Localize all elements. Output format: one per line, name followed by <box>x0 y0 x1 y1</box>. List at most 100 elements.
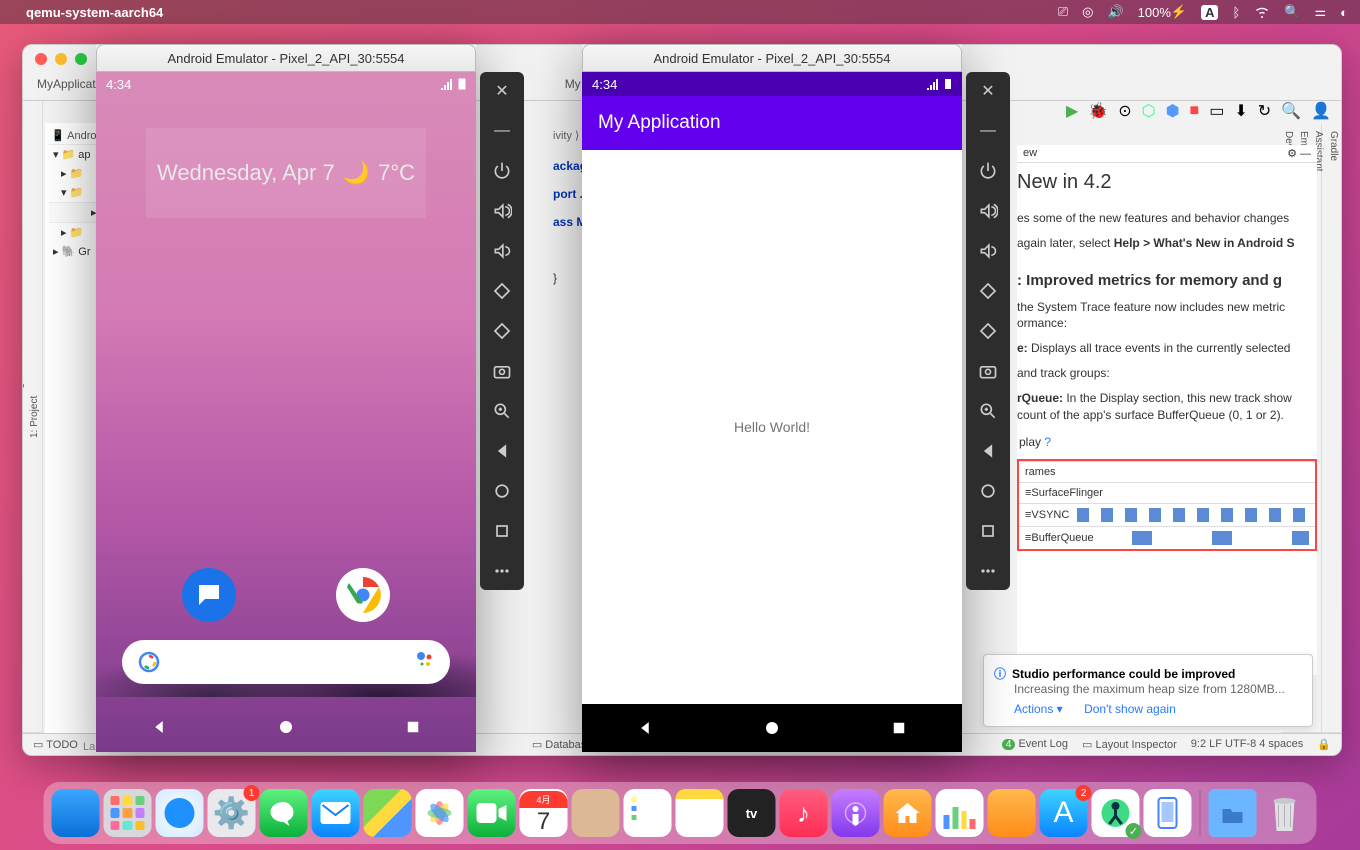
dock-music-icon[interactable]: ♪ <box>780 789 828 837</box>
dock-podcasts-icon[interactable] <box>832 789 880 837</box>
airplay-icon[interactable]: ◎ <box>1082 4 1093 20</box>
lock-icon[interactable]: 🔒 <box>1317 738 1331 751</box>
rotate-left-icon[interactable] <box>977 280 999 302</box>
dock-mail-icon[interactable] <box>312 789 360 837</box>
volume-up-icon[interactable] <box>491 200 513 222</box>
tool-gradle[interactable]: Gradle <box>1326 123 1341 733</box>
battery-status[interactable]: 100% ⚡ <box>1138 4 1187 20</box>
volume-icon[interactable]: 🔊 <box>1107 4 1123 20</box>
more-icon[interactable] <box>491 560 513 582</box>
coverage-button[interactable]: ⬡ <box>1142 101 1156 121</box>
rotate-right-icon[interactable] <box>491 320 513 342</box>
power-icon[interactable] <box>491 160 513 182</box>
dock-trash-icon[interactable] <box>1261 789 1309 837</box>
bluetooth-icon[interactable]: ᛒ <box>1232 5 1240 20</box>
todo-tool[interactable]: ▭ TODO <box>33 738 78 751</box>
rotate-left-icon[interactable] <box>491 280 513 302</box>
ext-back-icon[interactable] <box>491 440 513 462</box>
settings-gear-icon[interactable]: ⚙ — <box>1287 147 1311 160</box>
android-navbar <box>96 702 476 752</box>
dock-messages-icon[interactable] <box>260 789 308 837</box>
dock-launchpad-icon[interactable] <box>104 789 152 837</box>
volume-down-icon[interactable] <box>491 240 513 262</box>
siri-icon[interactable]: ◐ <box>1340 5 1348 20</box>
ext-overview-icon[interactable] <box>977 520 999 542</box>
sync-button[interactable]: ↻ <box>1258 101 1271 121</box>
dont-show-link[interactable]: Don't show again <box>1084 702 1176 716</box>
control-center-icon[interactable]: ⚌ <box>1314 4 1326 20</box>
account-icon[interactable]: 👤 <box>1311 101 1331 121</box>
overview-button[interactable] <box>890 719 908 737</box>
assistant-icon[interactable] <box>416 651 434 674</box>
dock-home-icon[interactable] <box>884 789 932 837</box>
overview-button[interactable] <box>404 718 422 736</box>
app-name[interactable]: qemu-system-aarch64 <box>26 5 163 20</box>
profile-button[interactable]: ⊙ <box>1118 101 1131 121</box>
screenshot-icon[interactable] <box>977 360 999 382</box>
ext-home-icon[interactable] <box>491 480 513 502</box>
back-button[interactable] <box>636 719 654 737</box>
dock-appstore-icon[interactable]: A2 <box>1040 789 1088 837</box>
home-button[interactable] <box>763 719 781 737</box>
dock-safari-icon[interactable] <box>156 789 204 837</box>
ext-back-icon[interactable] <box>977 440 999 462</box>
dock-pages-icon[interactable] <box>988 789 1036 837</box>
layout-inspector[interactable]: ▭ Layout Inspector <box>1082 738 1177 751</box>
dock-reminders-icon[interactable] <box>624 789 672 837</box>
weather-widget[interactable]: Wednesday, Apr 7 🌙 7°C <box>146 128 426 218</box>
power-icon[interactable] <box>977 160 999 182</box>
dock-emulator-icon[interactable] <box>1144 789 1192 837</box>
emulator-titlebar[interactable]: Android Emulator - Pixel_2_API_30:5554 <box>582 44 962 72</box>
close-icon[interactable]: ✕ <box>977 80 999 102</box>
dock-calendar-icon[interactable]: 4月7 <box>520 789 568 837</box>
debug-button[interactable]: 🐞 <box>1088 101 1108 121</box>
dock-notes-icon[interactable] <box>676 789 724 837</box>
sdk-button[interactable]: ⬇ <box>1234 101 1247 121</box>
rotate-right-icon[interactable] <box>977 320 999 342</box>
dock-tv-icon[interactable]: tv <box>728 789 776 837</box>
stop-button[interactable]: ■ <box>1190 102 1200 120</box>
close-icon[interactable]: ✕ <box>491 80 513 102</box>
dock-settings-icon[interactable]: ⚙️1 <box>208 789 256 837</box>
tool-project[interactable]: 1: Project <box>27 101 42 733</box>
run-button[interactable]: ▶ <box>1066 101 1078 121</box>
minimize-icon[interactable]: — <box>977 120 999 142</box>
home-button[interactable] <box>277 718 295 736</box>
ext-home-icon[interactable] <box>977 480 999 502</box>
attach-button[interactable]: ⬢ <box>1166 101 1180 121</box>
tool-resource-manager[interactable]: Resource Manager <box>22 101 27 733</box>
zoom-icon[interactable] <box>491 400 513 422</box>
event-log[interactable]: 4 Event Log <box>1002 738 1068 751</box>
zoom-icon[interactable] <box>977 400 999 422</box>
dock-finder-icon[interactable] <box>52 789 100 837</box>
screen-mirror-icon[interactable]: ⎚ <box>1058 4 1068 20</box>
volume-up-icon[interactable] <box>977 200 999 222</box>
dock-stats-icon[interactable] <box>936 789 984 837</box>
ext-overview-icon[interactable] <box>491 520 513 542</box>
dock-android-studio-icon[interactable]: ✓ <box>1092 789 1140 837</box>
input-source-icon[interactable]: A <box>1201 5 1218 20</box>
dock-contacts-icon[interactable] <box>572 789 620 837</box>
whatsnew-tab[interactable]: ew <box>1023 147 1037 160</box>
messages-app-icon[interactable] <box>182 568 236 622</box>
more-icon[interactable] <box>977 560 999 582</box>
emulator-screen[interactable]: 4:34 Wednesday, Apr 7 🌙 7°C <box>96 72 476 752</box>
volume-down-icon[interactable] <box>977 240 999 262</box>
window-traffic-lights[interactable] <box>35 53 87 65</box>
emulator-screen[interactable]: 4:34 My Application Hello World! <box>582 72 962 752</box>
screenshot-icon[interactable] <box>491 360 513 382</box>
spotlight-icon[interactable]: 🔍 <box>1284 4 1300 20</box>
google-search-bar[interactable] <box>122 640 450 684</box>
dock-downloads-icon[interactable] <box>1209 789 1257 837</box>
dock-maps-icon[interactable] <box>364 789 412 837</box>
emulator-titlebar[interactable]: Android Emulator - Pixel_2_API_30:5554 <box>96 44 476 72</box>
back-button[interactable] <box>150 718 168 736</box>
avd-button[interactable]: ▭ <box>1209 101 1224 121</box>
dock-facetime-icon[interactable] <box>468 789 516 837</box>
search-button[interactable]: 🔍 <box>1281 101 1301 121</box>
wifi-icon[interactable] <box>1254 6 1270 18</box>
dock-photos-icon[interactable] <box>416 789 464 837</box>
minimize-icon[interactable]: — <box>491 120 513 142</box>
actions-link[interactable]: Actions ▾ <box>1014 702 1063 716</box>
chrome-app-icon[interactable] <box>336 568 390 622</box>
